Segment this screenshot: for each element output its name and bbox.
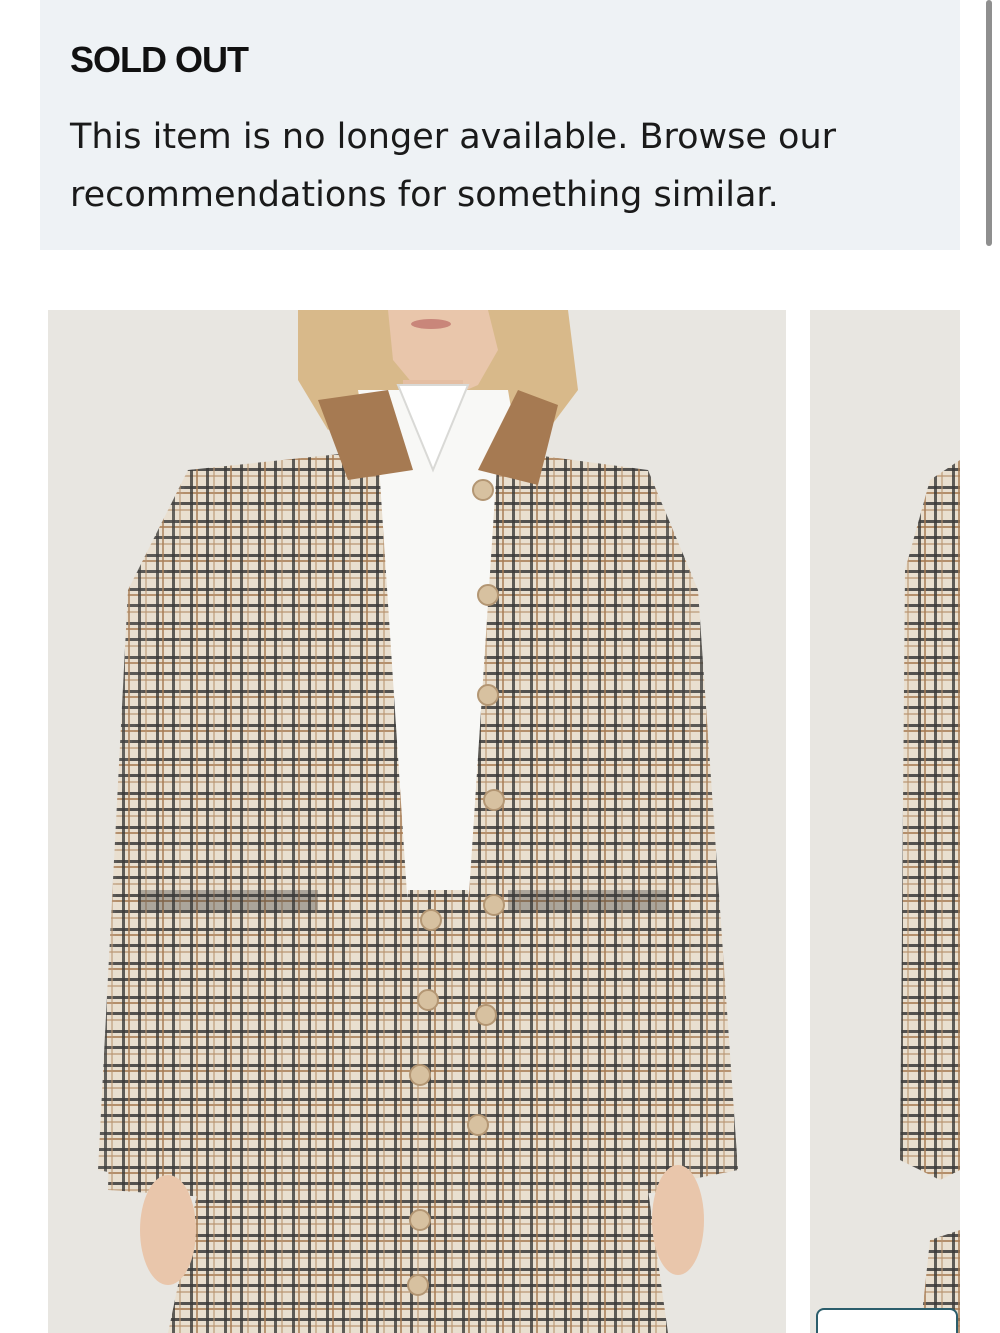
product-page: SOLD OUT This item is no longer availabl… [0,0,1000,1333]
product-image-main[interactable] [48,310,786,1333]
sold-out-notice: SOLD OUT This item is no longer availabl… [40,0,960,250]
product-image-carousel[interactable] [0,310,960,1333]
jacket-photo [48,310,786,1333]
product-image-next[interactable] [810,310,960,1333]
sold-out-title: SOLD OUT [70,39,249,80]
carousel-next-button[interactable] [816,1308,958,1333]
sold-out-message: This item is no longer available. Browse… [70,117,837,215]
jacket-photo-alt [810,310,960,1333]
page-scrollbar[interactable] [986,0,992,246]
